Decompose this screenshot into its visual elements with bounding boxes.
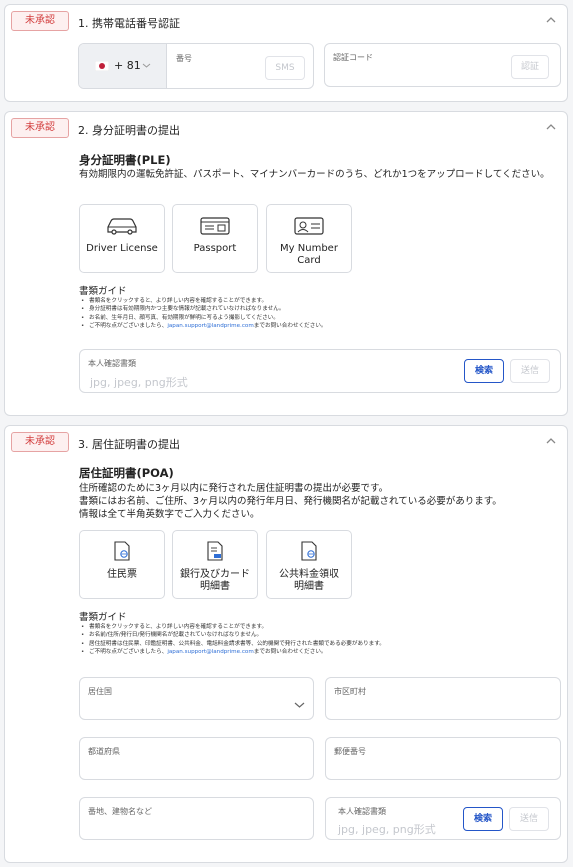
guide-contact-text: までお問い合わせください。 — [253, 322, 327, 329]
section-residence-document: 未承認 3. 居住証明書の提出 居住証明書(POA) 住所確認のために3ヶ月以内… — [4, 425, 568, 863]
chevron-down-icon — [142, 63, 151, 68]
country-select[interactable]: 居住国 — [79, 677, 314, 720]
guide-title: 書類ガイド — [79, 286, 127, 297]
poa-description-line: 住所確認のために3ヶ月以内に発行された居住証明書の提出が必要です。 — [79, 483, 389, 494]
guide-item: 書類名をクリックすると、より詳しい内容を確認することができます。 — [79, 297, 559, 306]
sms-button[interactable]: SMS — [265, 56, 305, 80]
document-globe-icon — [301, 541, 317, 561]
prefecture-input[interactable]: 都道府県 — [79, 737, 314, 780]
guide-item: ご不明な点がございましたら、japan.support@landprime.co… — [79, 322, 559, 331]
status-badge: 未承認 — [11, 432, 69, 452]
card-label: 公共料金領収明細書 — [279, 569, 339, 592]
chevron-up-icon[interactable] — [545, 14, 557, 26]
address-input[interactable]: 番地、建物名など — [79, 797, 314, 840]
chevron-up-icon[interactable] — [545, 121, 557, 133]
phone-number-input[interactable] — [174, 66, 254, 82]
guide-item: 居住証明書は住民票、印鑑証明書、公共料金、電話料金請求書等、公的機関で発行された… — [79, 640, 559, 649]
verify-button[interactable]: 認証 — [511, 55, 549, 79]
card-utility-receipt[interactable]: 公共料金領収明細書 — [266, 530, 352, 599]
ple-title: 身分証明書(PLE) — [79, 153, 171, 167]
document-card-icon — [207, 541, 223, 561]
verification-code-label: 認証コード — [333, 53, 373, 62]
phone-input-group: + 81 番号 SMS — [78, 43, 314, 89]
guide-contact-text: ご不明な点がございましたら、 — [89, 322, 168, 329]
card-label: My Number Card — [280, 243, 338, 266]
submit-button[interactable]: 送信 — [509, 807, 549, 831]
identity-upload-field[interactable]: 本人確認書類 jpg, jpeg, png形式 検索 送信 — [79, 349, 561, 393]
upload-placeholder: jpg, jpeg, png形式 — [90, 376, 188, 389]
guide-contact-text: ご不明な点がございましたら、 — [89, 648, 168, 655]
document-globe-icon — [114, 541, 130, 561]
guide-item: お名前/住所/発行日/発行機関名が記載されていなければなりません。 — [79, 631, 559, 640]
chevron-down-icon — [294, 702, 305, 708]
guide-list: 書類名をクリックすると、より詳しい内容を確認することができます。 お名前/住所/… — [79, 623, 559, 656]
country-code: + 81 — [114, 59, 141, 72]
guide-item: お名前、生年月日、顔写真、有効期限が鮮明に写るよう撮影してください。 — [79, 314, 559, 323]
phone-number-label: 番号 — [176, 54, 192, 63]
card-my-number[interactable]: My Number Card — [266, 204, 352, 273]
card-resident-record[interactable]: 住民票 — [79, 530, 165, 599]
passport-icon — [200, 217, 230, 235]
upload-placeholder: jpg, jpeg, png形式 — [338, 823, 436, 836]
support-email-link[interactable]: japan.support@landprime.com — [167, 323, 253, 329]
card-passport[interactable]: Passport — [172, 204, 258, 273]
search-button[interactable]: 検索 — [463, 807, 503, 831]
city-label: 市区町村 — [334, 687, 366, 696]
status-badge: 未承認 — [11, 118, 69, 138]
support-email-link[interactable]: japan.support@landprime.com — [167, 649, 253, 655]
residence-upload-field[interactable]: 本人確認書類 jpg, jpeg, png形式 検索 送信 — [325, 797, 561, 840]
section-title: 3. 居住証明書の提出 — [78, 438, 180, 451]
card-label: 銀行及びカード明細書 — [180, 569, 250, 592]
status-badge: 未承認 — [11, 11, 69, 31]
guide-contact-text: までお問い合わせください。 — [253, 648, 327, 655]
prefecture-label: 都道府県 — [88, 747, 120, 756]
country-label: 居住国 — [88, 687, 112, 696]
card-bank-statement[interactable]: 銀行及びカード明細書 — [172, 530, 258, 599]
postal-code-label: 郵便番号 — [334, 747, 366, 756]
section-identity-document: 未承認 2. 身分証明書の提出 身分証明書(PLE) 有効期限内の運転免許証、パ… — [4, 111, 568, 416]
section-title: 1. 携帯電話番号認証 — [78, 17, 180, 30]
poa-description-line: 書類にはお名前、ご住所、3ヶ月以内の発行年月日、発行機関名が記載されている必要が… — [79, 496, 502, 507]
postal-code-input[interactable]: 郵便番号 — [325, 737, 561, 780]
guide-title: 書類ガイド — [79, 612, 127, 623]
ple-description: 有効期限内の運転免許証、パスポート、マイナンバーカードのうち、どれか1つをアップ… — [79, 169, 550, 180]
card-label: Passport — [193, 243, 237, 254]
country-code-select[interactable]: + 81 — [79, 44, 167, 88]
poa-title: 居住証明書(POA) — [79, 466, 174, 480]
submit-button[interactable]: 送信 — [510, 359, 550, 383]
car-icon — [107, 218, 137, 235]
card-label: 住民票 — [107, 569, 137, 580]
chevron-up-icon[interactable] — [545, 435, 557, 447]
section-title: 2. 身分証明書の提出 — [78, 124, 180, 137]
guide-item: ご不明な点がございましたら、japan.support@landprime.co… — [79, 648, 559, 657]
japan-flag-icon — [95, 61, 109, 71]
address-label: 番地、建物名など — [88, 807, 152, 816]
search-button[interactable]: 検索 — [464, 359, 504, 383]
section-phone-verification: 未承認 1. 携帯電話番号認証 + 81 番号 SMS 認証コード 認証 — [4, 4, 568, 102]
city-input[interactable]: 市区町村 — [325, 677, 561, 720]
upload-label: 本人確認書類 — [88, 359, 136, 368]
id-card-icon — [294, 217, 324, 235]
guide-list: 書類名をクリックすると、より詳しい内容を確認することができます。 身分証明書は有… — [79, 297, 559, 330]
guide-item: 身分証明書は有効期限内かつ主要な情報が記載されていなければなりません。 — [79, 305, 559, 314]
upload-label: 本人確認書類 — [338, 807, 386, 816]
verification-code-field[interactable]: 認証コード 認証 — [324, 43, 561, 87]
guide-item: 書類名をクリックすると、より詳しい内容を確認することができます。 — [79, 623, 559, 632]
card-driver-license[interactable]: Driver License — [79, 204, 165, 273]
card-label: Driver License — [86, 243, 158, 254]
poa-description-line: 情報は全て半角英数字でご入力ください。 — [79, 509, 260, 520]
